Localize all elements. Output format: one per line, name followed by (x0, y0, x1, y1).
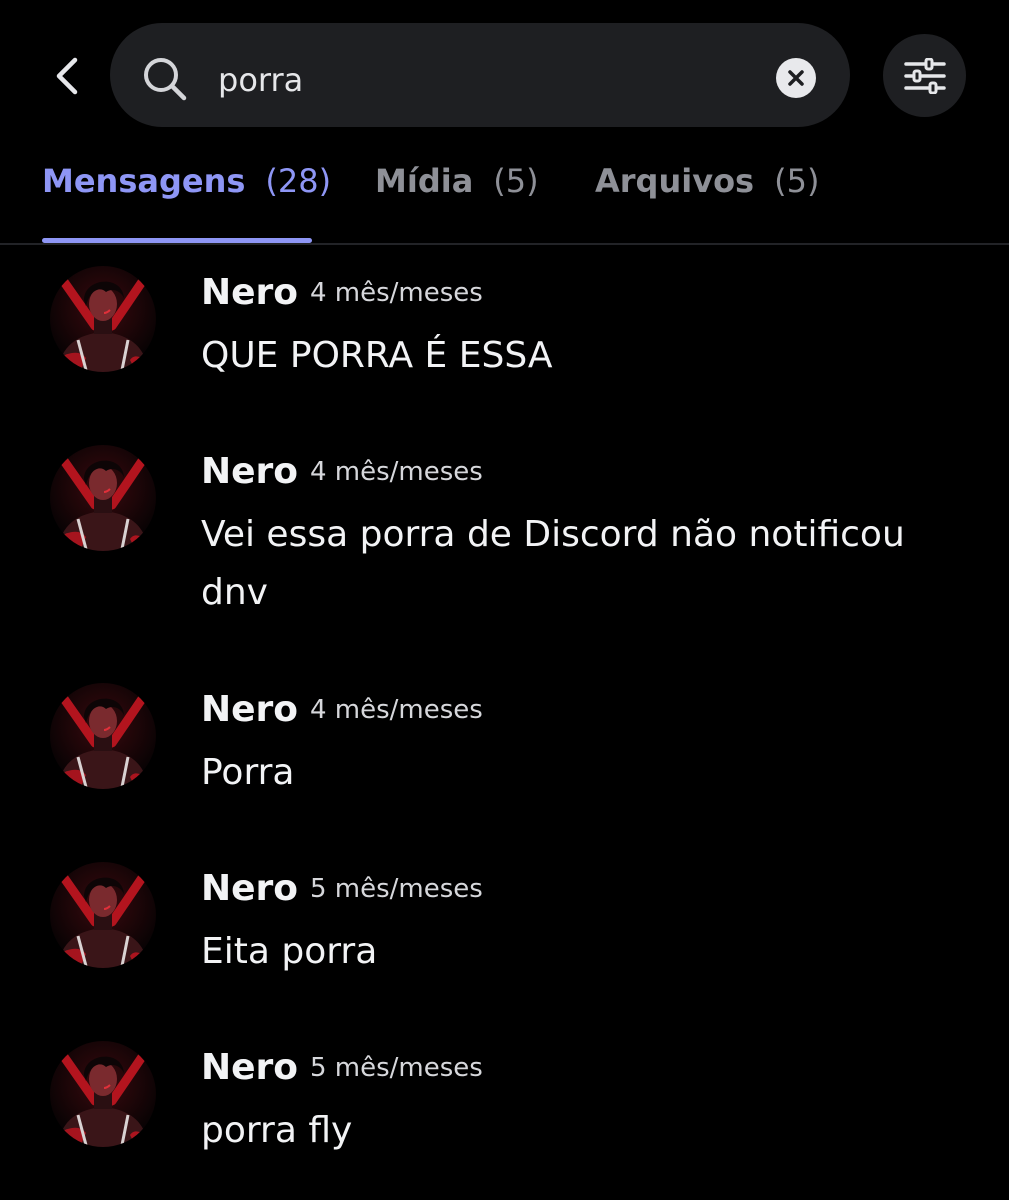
search-input[interactable] (218, 52, 758, 108)
avatar (50, 266, 156, 372)
tab-label: Arquivos (595, 162, 755, 200)
author-name: Nero (201, 689, 299, 730)
tab-mensagens[interactable]: Mensagens (28) (42, 162, 331, 232)
search-result[interactable]: Nero 4 mês/meses Vei essa porra de Disco… (0, 441, 1009, 641)
close-icon (788, 70, 804, 86)
avatar (50, 1041, 156, 1147)
timestamp: 5 mês/meses (310, 1053, 483, 1083)
tab-count: (5) (774, 162, 820, 200)
author-name: Nero (201, 451, 299, 492)
message-content: QUE PORRA É ESSA (201, 335, 553, 376)
tab-count: (5) (493, 162, 539, 200)
search-header (0, 0, 1009, 150)
timestamp: 4 mês/meses (310, 278, 483, 308)
timestamp: 5 mês/meses (310, 874, 483, 904)
tab-count: (28) (265, 162, 332, 200)
active-tab-indicator (42, 238, 312, 243)
search-icon (144, 58, 187, 101)
message-content: Vei essa porra de Discord não notificou … (201, 514, 905, 613)
tab-label: Mensagens (42, 162, 246, 200)
search-result[interactable]: Nero 5 mês/meses Eita porra (0, 858, 1009, 1008)
search-result[interactable]: Nero 4 mês/meses Porra (0, 679, 1009, 829)
chevron-left-icon (56, 57, 78, 95)
search-result[interactable]: Nero 5 mês/meses porra fly (0, 1037, 1009, 1187)
tab-midia[interactable]: Mídia (5) (375, 162, 539, 232)
message-content: Eita porra (201, 931, 378, 972)
avatar (50, 862, 156, 968)
sliders-icon (903, 57, 946, 94)
message-content: porra fly (201, 1110, 353, 1151)
filter-button[interactable] (883, 34, 966, 117)
tab-label: Mídia (375, 162, 474, 200)
author-name: Nero (201, 868, 299, 909)
clear-search-button[interactable] (776, 58, 816, 98)
back-button[interactable] (38, 48, 94, 104)
author-name: Nero (201, 272, 299, 313)
search-result[interactable]: Nero 4 mês/meses QUE PORRA É ESSA (0, 262, 1009, 412)
author-name: Nero (201, 1047, 299, 1088)
timestamp: 4 mês/meses (310, 695, 483, 725)
tab-arquivos[interactable]: Arquivos (5) (595, 162, 819, 232)
message-content: Porra (201, 752, 295, 793)
timestamp: 4 mês/meses (310, 457, 483, 487)
avatar (50, 445, 156, 551)
avatar (50, 683, 156, 789)
search-tabs: Mensagens (28) Mídia (5) Arquivos (5) (0, 150, 1009, 245)
